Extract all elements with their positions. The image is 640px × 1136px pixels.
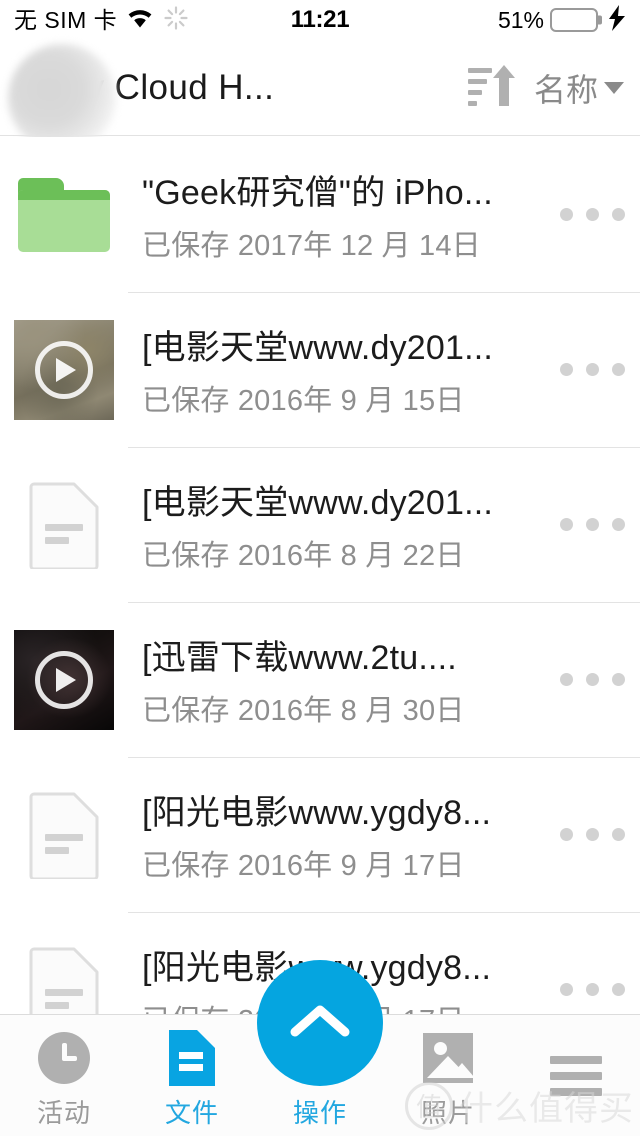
photo-icon — [423, 1032, 473, 1084]
list-divider — [128, 757, 640, 758]
app-screen: 无 SIM 卡 11:21 51% 's My Cloud H... 名称 "G… — [0, 0, 640, 1136]
list-item-text: [迅雷下载www.2tu.... 已保存 2016年 8 月 30日 — [142, 630, 544, 729]
sort-dropdown-label: 名称 — [533, 71, 598, 108]
folder-icon — [14, 165, 114, 265]
more-horizontal-icon[interactable] — [544, 363, 640, 376]
more-horizontal-icon[interactable] — [544, 673, 640, 686]
clock-icon — [38, 1031, 90, 1084]
list-item-subtitle: 已保存 2016年 9 月 15日 — [142, 385, 465, 417]
video-thumbnail — [14, 629, 114, 730]
list-divider — [128, 602, 640, 603]
list-item-text: [电影天堂www.dy201... 已保存 2016年 8 月 22日 — [142, 475, 544, 574]
video-thumbnail — [14, 319, 114, 420]
chevron-up-icon — [289, 1001, 351, 1046]
chevron-down-icon — [604, 81, 624, 94]
list-item[interactable]: [电影天堂www.dy201... 已保存 2016年 8 月 22日 — [0, 447, 640, 602]
list-divider — [128, 447, 640, 448]
tab-menu[interactable] — [512, 1015, 640, 1136]
tab-photos[interactable]: 照片 — [384, 1015, 512, 1136]
list-item-subtitle: 已保存 2016年 8 月 22日 — [142, 540, 465, 572]
navbar-actions: 名称 — [467, 63, 624, 112]
document-icon — [14, 475, 114, 575]
list-item[interactable]: [电影天堂www.dy201... 已保存 2016年 9 月 15日 — [0, 292, 640, 447]
list-item[interactable]: [阳光电影www.ygdy8... 已保存 2016年 9 月 17日 — [0, 757, 640, 912]
battery-icon — [550, 8, 602, 32]
more-horizontal-icon[interactable] — [544, 983, 640, 996]
list-item-title: "Geek研究僧"的 iPho... — [142, 174, 493, 212]
list-item-text: [阳光电影www.ygdy8... 已保存 2016年 9 月 17日 — [142, 785, 544, 884]
floating-action-button[interactable] — [257, 960, 383, 1086]
list-item-subtitle: 已保存 2016年 8 月 30日 — [142, 695, 465, 727]
lightning-bolt-icon — [608, 4, 626, 36]
tab-files[interactable]: 文件 — [128, 1015, 256, 1136]
sort-ascending-icon[interactable] — [467, 63, 516, 112]
file-list[interactable]: "Geek研究僧"的 iPho... 已保存 2017年 12 月 14日 [电… — [0, 137, 640, 1015]
tab-actions-label: 操作 — [292, 1097, 347, 1128]
list-item[interactable]: "Geek研究僧"的 iPho... 已保存 2017年 12 月 14日 — [0, 137, 640, 292]
status-bar-right: 51% — [497, 4, 626, 36]
more-horizontal-icon[interactable] — [544, 518, 640, 531]
tab-photos-label: 照片 — [420, 1097, 475, 1128]
document-icon — [14, 785, 114, 885]
list-item-title: [迅雷下载www.2tu.... — [142, 639, 457, 677]
status-bar: 无 SIM 卡 11:21 51% — [0, 0, 640, 40]
page-title: 's My Cloud H... — [22, 67, 275, 107]
tab-activity[interactable]: 活动 — [0, 1015, 128, 1136]
document-icon — [169, 1029, 215, 1086]
list-item-title: [电影天堂www.dy201... — [142, 329, 494, 367]
list-item-text: "Geek研究僧"的 iPho... 已保存 2017年 12 月 14日 — [142, 165, 544, 264]
list-item-title: [电影天堂www.dy201... — [142, 484, 494, 522]
sort-dropdown[interactable]: 名称 — [534, 65, 624, 111]
battery-percent-label: 51% — [497, 6, 544, 33]
more-horizontal-icon[interactable] — [544, 828, 640, 841]
list-item-title: [阳光电影www.ygdy8... — [142, 794, 492, 832]
list-divider — [128, 292, 640, 293]
hamburger-menu-icon — [550, 1050, 602, 1102]
tab-files-label: 文件 — [164, 1097, 219, 1128]
list-divider — [128, 912, 640, 913]
more-horizontal-icon[interactable] — [544, 208, 640, 221]
list-item-text: [电影天堂www.dy201... 已保存 2016年 9 月 15日 — [142, 320, 544, 419]
list-item-subtitle: 已保存 2016年 9 月 17日 — [142, 850, 465, 882]
navigation-bar: 's My Cloud H... 名称 — [0, 40, 640, 152]
list-item-subtitle: 已保存 2017年 12 月 14日 — [142, 230, 481, 262]
document-icon — [14, 940, 114, 1015]
tab-activity-label: 活动 — [36, 1097, 91, 1128]
play-icon — [35, 340, 93, 399]
play-icon — [35, 650, 93, 709]
list-item[interactable]: [迅雷下载www.2tu.... 已保存 2016年 8 月 30日 — [0, 602, 640, 757]
